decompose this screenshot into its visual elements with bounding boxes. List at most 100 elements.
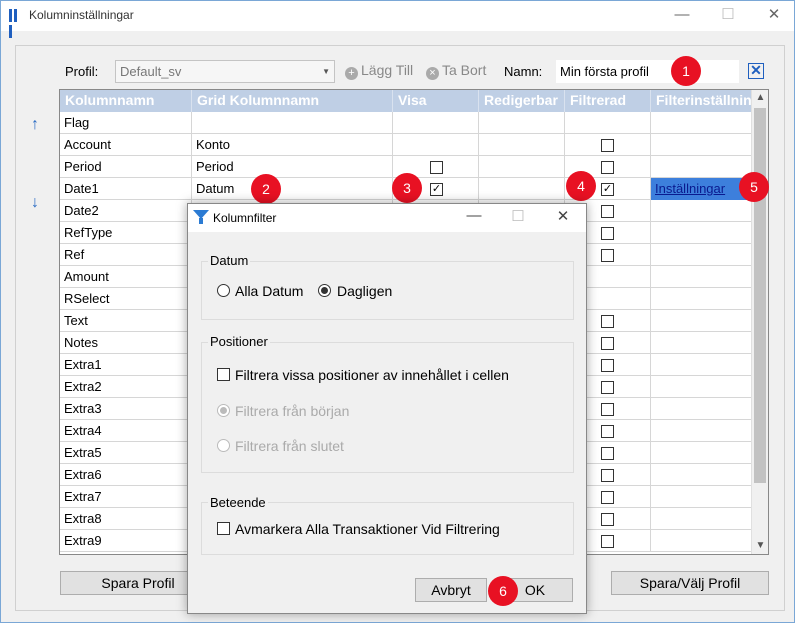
minimize-button[interactable]: — xyxy=(659,3,705,29)
filtered-checkbox[interactable] xyxy=(601,381,614,394)
col-header-name[interactable]: Kolumnnamn xyxy=(60,90,192,112)
cell-grid-column-name[interactable]: Period xyxy=(192,156,393,178)
all-dates-label: Alla Datum xyxy=(235,283,304,299)
cell-column-name: Period xyxy=(60,156,192,178)
title-bar: Kolumninställningar — ☐ ✕ xyxy=(1,1,795,38)
from-end-radio[interactable] xyxy=(217,439,230,452)
cell-column-name: Extra9 xyxy=(60,530,192,552)
scroll-up-icon[interactable]: ▲ xyxy=(752,90,768,106)
from-start-radio[interactable] xyxy=(217,404,230,417)
cell-filter-settings xyxy=(651,354,752,376)
filtered-checkbox[interactable] xyxy=(601,535,614,548)
table-row[interactable]: Account Konto xyxy=(60,134,752,156)
filtered-checkbox[interactable] xyxy=(601,139,614,152)
save-select-profile-button[interactable]: Spara/Välj Profil xyxy=(611,571,769,595)
cell-filter-settings xyxy=(651,288,752,310)
cell-column-name: Account xyxy=(60,134,192,156)
grid-header: Kolumnnamn Grid Kolumnnamn Visa Redigerb… xyxy=(60,90,752,112)
dialog-title-bar: Kolumnfilter — ☐ ✕ xyxy=(188,204,586,232)
grid-scrollbar[interactable]: ▲ ▼ xyxy=(751,90,768,554)
cell-filter-settings xyxy=(651,508,752,530)
cell-filter-settings xyxy=(651,112,752,134)
unmark-all-checkbox[interactable] xyxy=(217,522,230,535)
cell-visa xyxy=(393,112,479,134)
col-header-filtered[interactable]: Filtrerad xyxy=(565,90,651,112)
visa-checkbox[interactable] xyxy=(430,161,443,174)
cell-column-name: Date2 xyxy=(60,200,192,222)
clear-name-icon[interactable]: ✕ xyxy=(748,63,764,79)
filtered-checkbox[interactable] xyxy=(601,161,614,174)
cell-filter-settings xyxy=(651,134,752,156)
scroll-thumb[interactable] xyxy=(754,108,766,483)
cell-grid-column-name[interactable]: Datum xyxy=(192,178,393,200)
remove-profile-button[interactable]: × Ta Bort xyxy=(426,62,486,80)
cell-column-name: Text xyxy=(60,310,192,332)
cell-column-name: Flag xyxy=(60,112,192,134)
table-row[interactable]: Flag xyxy=(60,112,752,134)
cell-filter-settings xyxy=(651,420,752,442)
cell-column-name: Extra2 xyxy=(60,376,192,398)
maximize-button[interactable]: ☐ xyxy=(705,3,751,29)
cell-filter-settings xyxy=(651,222,752,244)
col-header-grid-name[interactable]: Grid Kolumnnamn xyxy=(192,90,393,112)
cell-filter-settings xyxy=(651,376,752,398)
filtered-checkbox[interactable] xyxy=(601,249,614,262)
daily-radio[interactable] xyxy=(318,284,331,297)
dialog-maximize-button[interactable]: ☐ xyxy=(498,207,538,225)
cell-column-name: Amount xyxy=(60,266,192,288)
filtered-checkbox[interactable] xyxy=(601,205,614,218)
filtered-checkbox[interactable] xyxy=(601,315,614,328)
positions-group-label: Positioner xyxy=(208,334,270,349)
cell-column-name: Date1 xyxy=(60,178,192,200)
filtered-checkbox[interactable] xyxy=(601,403,614,416)
col-header-visa[interactable]: Visa xyxy=(393,90,479,112)
name-label: Namn: xyxy=(504,64,543,79)
cell-column-name: RefType xyxy=(60,222,192,244)
cell-filter-settings xyxy=(651,530,752,552)
cell-column-name: RSelect xyxy=(60,288,192,310)
filtered-checkbox[interactable] xyxy=(601,337,614,350)
visa-checkbox[interactable]: ✓ xyxy=(430,183,443,196)
from-end-label: Filtrera från slutet xyxy=(235,438,344,454)
add-profile-label: Lägg Till xyxy=(361,62,414,78)
filtered-checkbox[interactable] xyxy=(601,513,614,526)
filter-settings-link[interactable]: Inställningar xyxy=(655,181,725,196)
marker-5: 5 xyxy=(739,172,769,202)
cell-editable xyxy=(479,156,565,178)
scroll-down-icon[interactable]: ▼ xyxy=(752,538,768,554)
dialog-close-button[interactable]: ✕ xyxy=(543,207,583,225)
cell-grid-column-name[interactable] xyxy=(192,112,393,134)
col-header-editable[interactable]: Redigerbar xyxy=(479,90,565,112)
cell-visa xyxy=(393,134,479,156)
cell-column-name: Extra3 xyxy=(60,398,192,420)
profile-name-input[interactable]: Min första profil xyxy=(556,60,739,83)
col-header-filter-settings[interactable]: Filterinställningar xyxy=(651,90,752,112)
filtered-checkbox[interactable] xyxy=(601,359,614,372)
filtered-checkbox[interactable] xyxy=(601,425,614,438)
cell-column-name: Ref xyxy=(60,244,192,266)
dialog-minimize-button[interactable]: — xyxy=(454,207,494,224)
filtered-checkbox[interactable] xyxy=(601,447,614,460)
marker-3: 3 xyxy=(392,173,422,203)
cell-filter-settings xyxy=(651,332,752,354)
remove-profile-label: Ta Bort xyxy=(442,62,487,78)
filtered-checkbox[interactable] xyxy=(601,491,614,504)
filter-icon-stem xyxy=(199,218,203,224)
cell-editable xyxy=(479,178,565,200)
close-button[interactable]: ✕ xyxy=(751,3,795,29)
filter-positions-checkbox[interactable] xyxy=(217,368,230,381)
profile-select[interactable]: Default_sv ▼ xyxy=(115,60,335,83)
cancel-button[interactable]: Avbryt xyxy=(415,578,487,602)
plus-icon: + xyxy=(345,67,358,80)
cell-grid-column-name[interactable]: Konto xyxy=(192,134,393,156)
move-down-icon[interactable]: ↓ xyxy=(31,194,39,212)
all-dates-radio[interactable] xyxy=(217,284,230,297)
daily-label: Dagligen xyxy=(337,283,393,299)
add-profile-button[interactable]: + Lägg Till xyxy=(345,62,413,80)
move-up-icon[interactable]: ↑ xyxy=(31,116,39,134)
filtered-checkbox[interactable] xyxy=(601,469,614,482)
filtered-checkbox[interactable] xyxy=(601,227,614,240)
filtered-checkbox[interactable]: ✓ xyxy=(601,183,614,196)
column-filter-dialog: Kolumnfilter — ☐ ✕ Datum Alla Datum Dagl… xyxy=(187,203,587,614)
cell-column-name: Extra4 xyxy=(60,420,192,442)
